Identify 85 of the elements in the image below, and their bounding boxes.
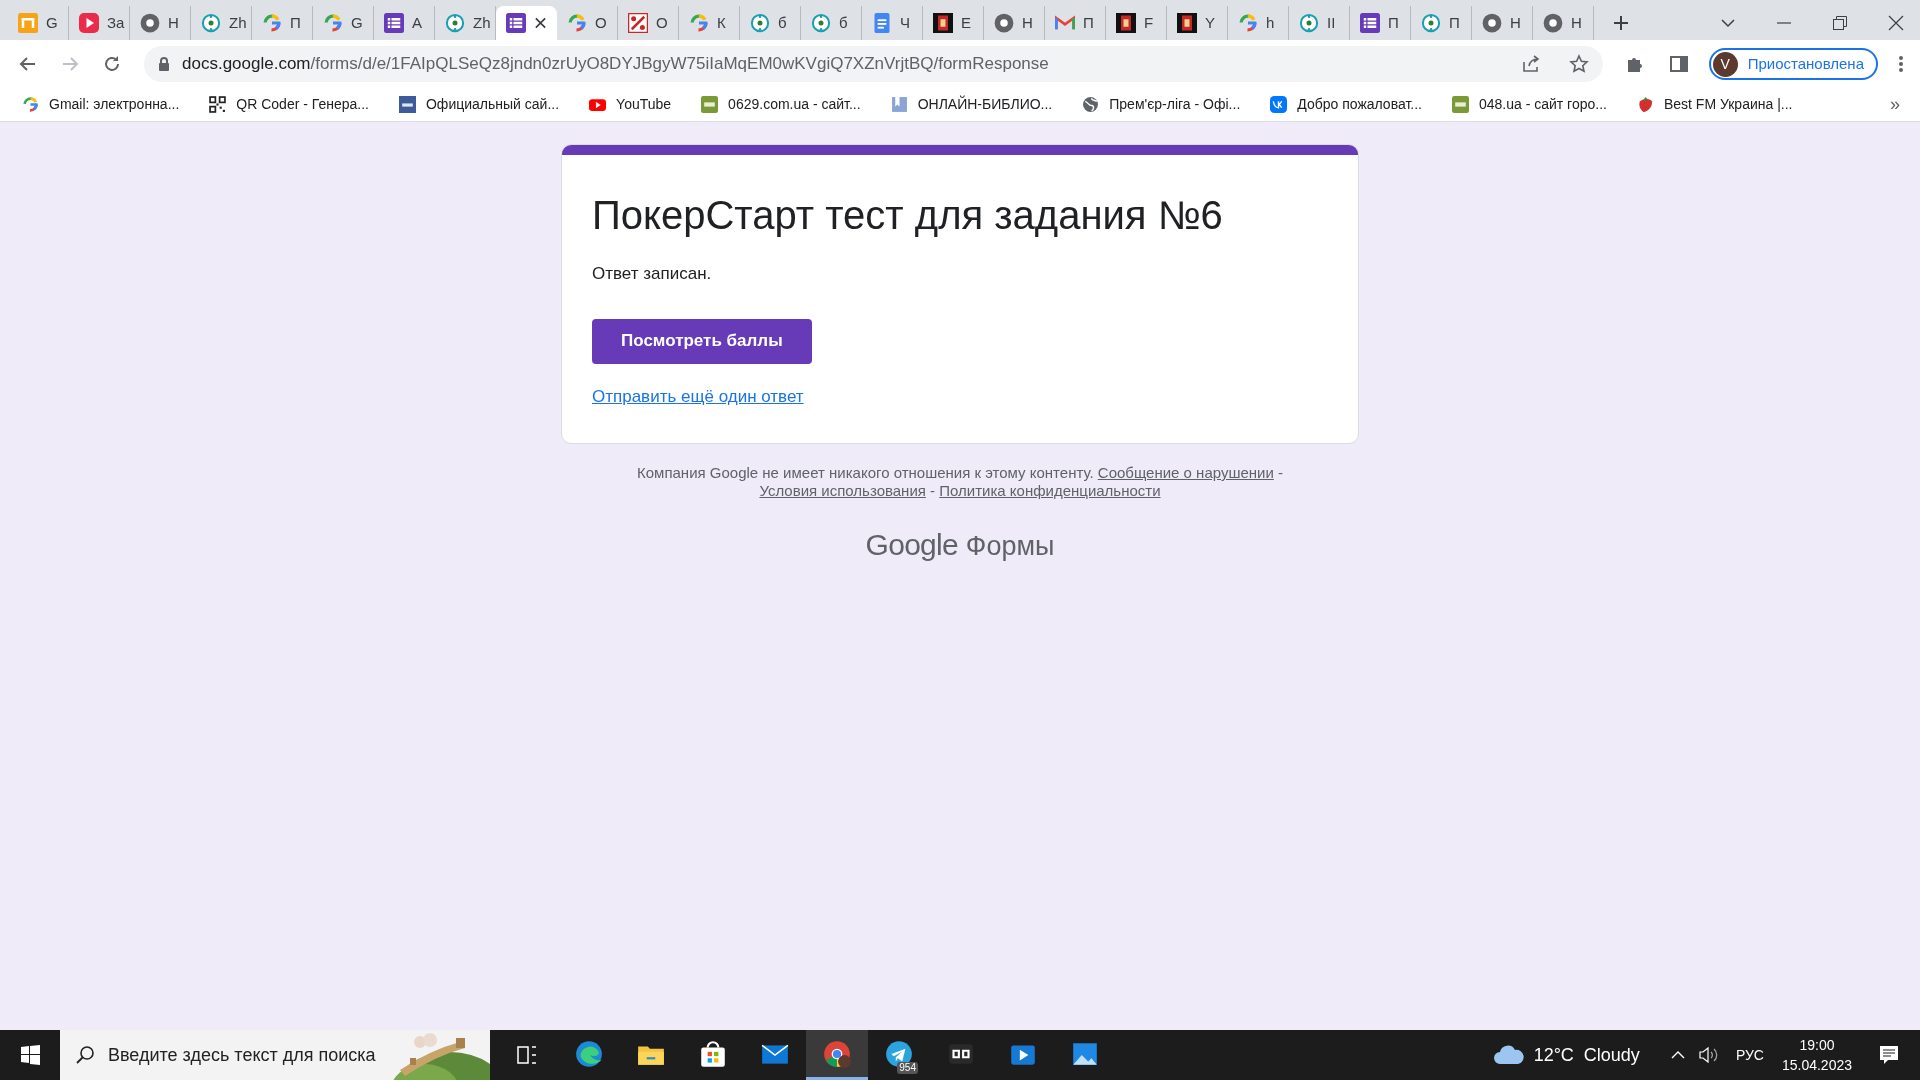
speaker-icon[interactable] (1697, 1046, 1720, 1064)
lock-icon (158, 57, 170, 71)
forms-wordmark: Формы (965, 530, 1055, 563)
compass-icon (1299, 13, 1319, 33)
url-text: docs.google.com/forms/d/e/1FAIpQLSeQz8jndn0zrUyO8DYJBgyW75iIaMqEM0wKVgiQ7XZnVrjtBQ/formResponse (182, 53, 1050, 76)
profile-button[interactable]: V Приостановлена (1708, 48, 1878, 80)
bars-icon (18, 13, 38, 33)
google-icon (22, 96, 39, 113)
footer-link[interactable]: Политика конфиденциальности (939, 482, 1161, 499)
vk-icon (1270, 96, 1288, 113)
tile-logo-icon (1116, 13, 1136, 33)
compass-icon (1421, 13, 1441, 33)
form-title: ПокерСтарт тест для задания №6 (592, 192, 1223, 239)
close-window-icon[interactable] (1888, 15, 1904, 31)
taskbar-app[interactable]: 954 (868, 1030, 930, 1080)
bookmark[interactable]: Gmail: электронна... (16, 94, 186, 115)
restore-icon[interactable] (1832, 15, 1848, 31)
address-bar[interactable]: docs.google.com/forms/d/e/1FAIpQLSeQz8jndn0zrUyO8DYJBgyW75iIaMqEM0wKVgiQ7XZnVrjtBQ/formResponse (144, 46, 1603, 82)
confirmation-message: Ответ записан. (592, 263, 712, 285)
percent-icon (628, 13, 648, 33)
compass-icon (445, 13, 465, 33)
play-icon (79, 13, 99, 33)
youtube-icon (589, 96, 607, 113)
side-panel-icon[interactable] (1668, 54, 1689, 74)
share-icon[interactable] (1520, 54, 1541, 74)
temperature-text: 12°C (1533, 1043, 1574, 1067)
google-icon (262, 13, 282, 33)
google-icon (323, 13, 343, 33)
bookmark[interactable]: 0629.com.ua - сайт... (695, 94, 867, 115)
menu-icon[interactable] (1898, 54, 1904, 74)
close-icon[interactable] (534, 16, 547, 30)
bookmark[interactable]: Прем'єр-ліга - Офі... (1076, 94, 1247, 115)
compass-icon (811, 13, 831, 33)
search-icon (74, 1044, 96, 1066)
site-logo-icon (1451, 96, 1469, 113)
notification-icon[interactable] (1878, 1044, 1900, 1066)
compass-icon (750, 13, 770, 33)
bookmark[interactable]: Официальный сай... (393, 94, 566, 115)
language-indicator[interactable]: РУС (1735, 1044, 1764, 1066)
browser-icon (1482, 13, 1502, 33)
forms-icon (1360, 13, 1380, 33)
browser-icon (1543, 13, 1563, 33)
bookmark[interactable]: QR Coder - Генера... (203, 94, 375, 115)
store-icon (698, 1038, 728, 1069)
more-bookmarks-button[interactable]: » (1890, 91, 1900, 118)
clock[interactable]: 19:00 15.04.2023 (1781, 1035, 1852, 1075)
bookmark[interactable]: YouTube (583, 94, 678, 115)
footer-link[interactable]: Сообщение о нарушении (1097, 464, 1274, 481)
view-score-button[interactable]: Посмотреть баллы (592, 318, 812, 364)
bookmark[interactable]: Добро пожаловат... (1264, 94, 1428, 115)
globe-icon (1082, 96, 1100, 113)
google-logo: Google (865, 527, 958, 563)
edge-icon (574, 1038, 604, 1069)
forms-icon (384, 13, 404, 33)
bookmark[interactable]: ОНЛАЙН-БИБЛИО... (884, 94, 1059, 115)
browser-icon (994, 13, 1014, 33)
submit-another-link[interactable]: Отправить ещё один ответ (592, 383, 804, 409)
disclaimer-text: Компания Google не имеет никакого отношения к этому контенту. Сообщение о нарушении - Условия использования - Политика конфиденциальности (636, 464, 1284, 500)
bookmark-icon (890, 96, 908, 113)
google-icon (1238, 13, 1258, 33)
browser-icon (140, 13, 160, 33)
unread-badge: 954 (897, 1062, 918, 1074)
weather-text: Cloudy (1583, 1043, 1640, 1067)
cloud-icon (1491, 1044, 1524, 1066)
google-icon (567, 13, 587, 33)
chrome-icon (822, 1038, 852, 1069)
footer-link[interactable]: Условия использования (759, 482, 926, 499)
compass-icon (201, 13, 221, 33)
star-icon[interactable] (1568, 54, 1589, 74)
strawberry-icon (1636, 96, 1654, 113)
bookmark[interactable]: 048.ua - сайт горо... (1445, 94, 1613, 115)
qr-code-icon (209, 96, 227, 113)
forms-icon (506, 13, 526, 33)
square-logo-icon (399, 96, 416, 113)
google-icon (689, 13, 709, 33)
reload-icon[interactable] (102, 54, 122, 74)
site-logo-icon (701, 96, 719, 113)
new-tab-icon[interactable] (1612, 14, 1630, 32)
bookmark[interactable]: Best FM Украина |... (1630, 94, 1799, 115)
docs-icon (872, 13, 892, 33)
tile-logo-icon (933, 13, 953, 33)
tile-logo-icon (1177, 13, 1197, 33)
taskbar-search-field[interactable]: Введите здесь текст для поиска (60, 1030, 490, 1080)
telegram-icon (884, 1038, 914, 1069)
tab[interactable] (496, 6, 557, 40)
